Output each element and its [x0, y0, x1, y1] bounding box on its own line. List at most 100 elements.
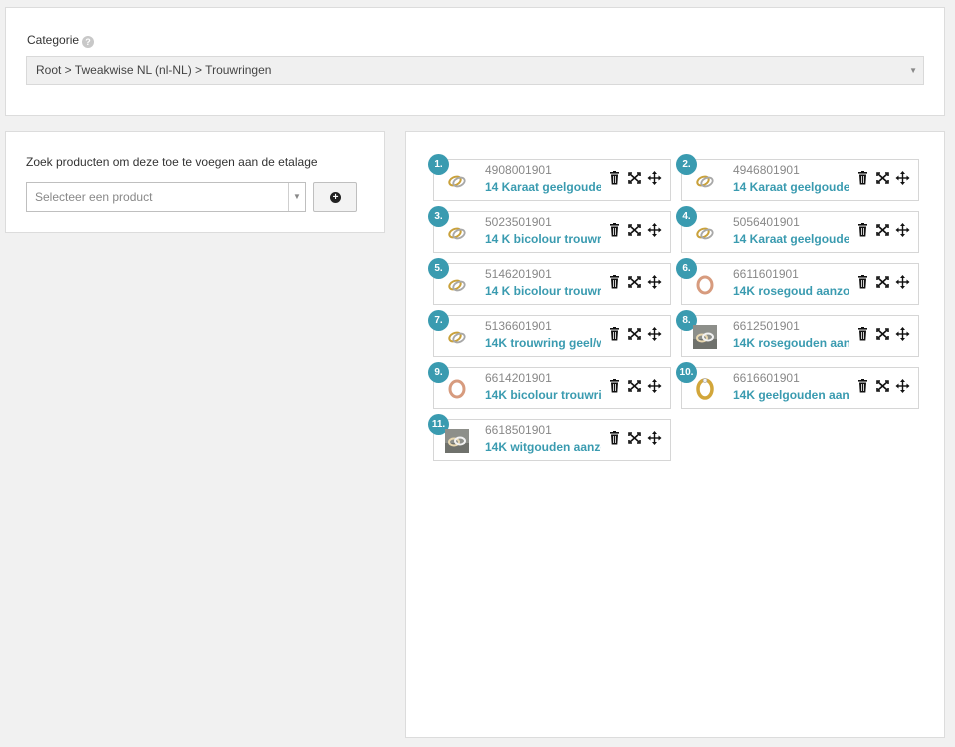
category-panel: Categorie? Root > Tweakwise NL (nl-NL) >…	[5, 7, 945, 116]
product-title[interactable]: 14 Karaat geelgouden	[733, 232, 849, 246]
product-card[interactable]: 5.514620190114 K bicolour trouwring	[428, 258, 671, 305]
move-icon[interactable]	[647, 327, 662, 341]
product-thumbnail	[693, 377, 717, 401]
expand-icon[interactable]	[627, 275, 642, 289]
chevron-down-icon[interactable]: ▼	[288, 183, 305, 211]
product-title[interactable]: 14 K bicolour trouwring	[485, 284, 601, 298]
product-sku: 4908001901	[485, 163, 552, 177]
product-thumbnail	[693, 273, 717, 297]
showcase-panel: 1. 4908001901 14 Karaat geelgouden 2. 494680…	[405, 131, 945, 738]
expand-icon[interactable]	[627, 327, 642, 341]
product-sku: 6612501901	[733, 319, 800, 333]
product-thumbnail	[693, 221, 717, 245]
add-product-button[interactable]: +	[313, 182, 357, 212]
expand-icon[interactable]	[627, 223, 642, 237]
question-circle-icon[interactable]: ?	[82, 36, 95, 48]
move-icon[interactable]	[895, 379, 910, 393]
product-thumbnail	[693, 325, 717, 349]
product-card[interactable]: 3.502350190114 K bicolour trouwring	[428, 206, 671, 253]
product-title[interactable]: 14K rosegoud aanzoek	[733, 284, 849, 298]
move-icon[interactable]	[895, 223, 910, 237]
product-thumbnail	[445, 377, 469, 401]
trash-icon[interactable]	[607, 171, 622, 185]
product-sku: 5023501901	[485, 215, 552, 229]
product-sku: 5146201901	[485, 267, 552, 281]
product-card[interactable]: 8.661250190114K rosegouden aanzoek	[676, 310, 919, 357]
product-sku: 6618501901	[485, 423, 552, 437]
product-thumbnail	[445, 273, 469, 297]
trash-icon[interactable]	[855, 275, 870, 289]
product-title[interactable]: 14 Karaat geelgouden	[485, 180, 601, 194]
product-card[interactable]: 10.661660190114K geelgouden aanzoek	[676, 362, 919, 409]
trash-icon[interactable]	[855, 223, 870, 237]
product-sku: 6616601901	[733, 371, 800, 385]
card-actions	[607, 275, 667, 289]
expand-icon[interactable]	[627, 379, 642, 393]
expand-icon[interactable]	[875, 379, 890, 393]
product-sku: 4946801901	[733, 163, 800, 177]
search-label: Zoek producten om deze toe te voegen aan…	[26, 155, 318, 169]
move-icon[interactable]	[647, 431, 662, 445]
product-sku: 5136601901	[485, 319, 552, 333]
product-title[interactable]: 14K bicolour trouwring	[485, 388, 601, 402]
product-search-panel: Zoek producten om deze toe te voegen aan…	[5, 131, 385, 233]
move-icon[interactable]	[647, 171, 662, 185]
product-card[interactable]: 7. 5136601901 14K trouwring geel/wit	[428, 310, 671, 357]
move-icon[interactable]	[647, 223, 662, 237]
product-sku: 5056401901	[733, 215, 800, 229]
product-card[interactable]: 9.661420190114K bicolour trouwring	[428, 362, 671, 409]
product-thumbnail	[445, 429, 469, 453]
product-card[interactable]: 2. 4946801901 14 Karaat geelgouden	[676, 154, 919, 201]
product-sku: 6611601901	[733, 267, 799, 281]
trash-icon[interactable]	[855, 327, 870, 341]
card-actions	[855, 275, 915, 289]
trash-icon[interactable]	[855, 379, 870, 393]
category-select[interactable]: Root > Tweakwise NL (nl-NL) > Trouwringe…	[26, 56, 924, 85]
product-title[interactable]: 14K trouwring geel/wit	[485, 336, 601, 350]
product-thumbnail	[445, 221, 469, 245]
trash-icon[interactable]	[607, 431, 622, 445]
product-select[interactable]: Selecteer een product ▼	[26, 182, 306, 212]
product-card[interactable]: 1. 4908001901 14 Karaat geelgouden	[428, 154, 671, 201]
card-actions	[607, 431, 667, 445]
trash-icon[interactable]	[607, 275, 622, 289]
trash-icon[interactable]	[607, 327, 622, 341]
product-thumbnail	[693, 169, 717, 193]
card-actions	[607, 379, 667, 393]
product-title[interactable]: 14K rosegouden aanzoek	[733, 336, 849, 350]
card-actions	[607, 327, 667, 341]
product-card[interactable]: 11.661850190114K witgouden aanzoek	[428, 414, 671, 461]
move-icon[interactable]	[647, 379, 662, 393]
card-actions	[855, 171, 915, 185]
product-thumbnail	[445, 169, 469, 193]
product-title[interactable]: 14 K bicolour trouwring	[485, 232, 601, 246]
card-actions	[855, 327, 915, 341]
card-actions	[855, 223, 915, 237]
expand-icon[interactable]	[875, 171, 890, 185]
product-card[interactable]: 4. 5056401901 14 Karaat geelgouden	[676, 206, 919, 253]
move-icon[interactable]	[895, 327, 910, 341]
chevron-down-icon: ▼	[909, 66, 917, 75]
expand-icon[interactable]	[875, 275, 890, 289]
product-title[interactable]: 14K geelgouden aanzoek	[733, 388, 849, 402]
trash-icon[interactable]	[855, 171, 870, 185]
product-title[interactable]: 14K witgouden aanzoek	[485, 440, 601, 454]
move-icon[interactable]	[647, 275, 662, 289]
expand-icon[interactable]	[627, 431, 642, 445]
plus-circle-icon: +	[330, 192, 341, 203]
product-card[interactable]: 6.661160190114K rosegoud aanzoek	[676, 258, 919, 305]
move-icon[interactable]	[895, 275, 910, 289]
category-label: Categorie?	[27, 33, 95, 48]
product-thumbnail	[445, 325, 469, 349]
card-actions	[607, 171, 667, 185]
expand-icon[interactable]	[875, 327, 890, 341]
expand-icon[interactable]	[875, 223, 890, 237]
product-title[interactable]: 14 Karaat geelgouden	[733, 180, 849, 194]
product-select-placeholder: Selecteer een product	[35, 190, 153, 204]
trash-icon[interactable]	[607, 379, 622, 393]
trash-icon[interactable]	[607, 223, 622, 237]
expand-icon[interactable]	[627, 171, 642, 185]
product-sku: 6614201901	[485, 371, 552, 385]
move-icon[interactable]	[895, 171, 910, 185]
card-actions	[855, 379, 915, 393]
